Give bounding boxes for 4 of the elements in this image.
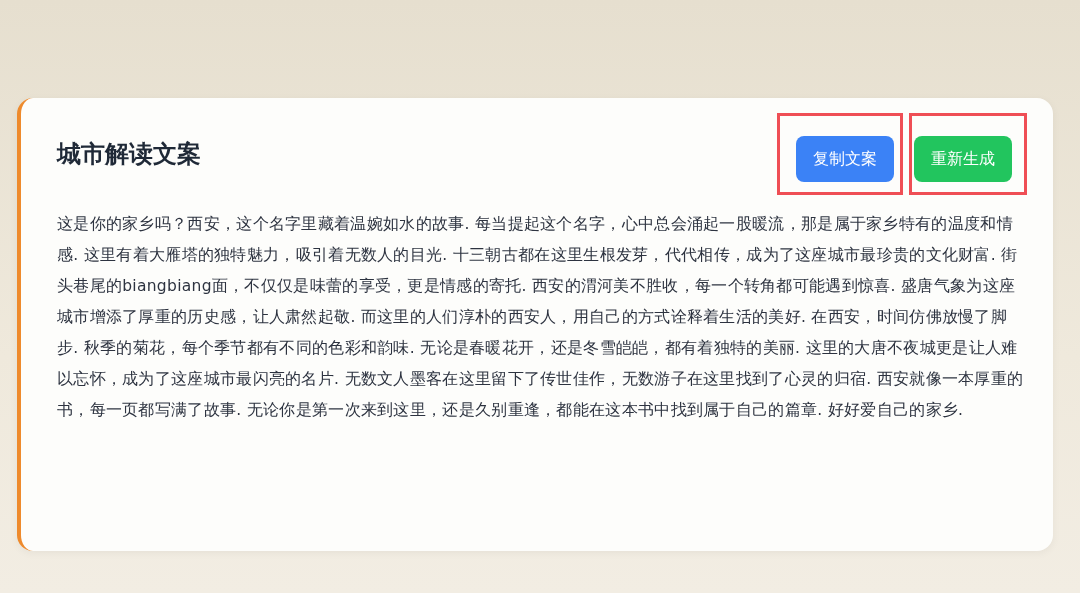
regenerate-button[interactable]: 重新生成 xyxy=(914,136,1012,182)
copy-text: 这是你的家乡吗？西安，这个名字里藏着温婉如水的故事. 每当提起这个名字，心中总会涌起一股暖流，那是属于家乡特有的温度和情感. 这里有着大雁塔的独特魅力，吸引着无数人的目光. 十三朝古都在这里生根发芽，代代相传，成为了这座城市最珍贵的文化财富. 街头巷尾的biangbiang面，不仅仅是味蕾的享受，更是情感的寄托. 西安的渭河美不胜收，每一个转角都可能遇到惊喜. 盛唐气象为这座城市增添了厚重的历史感，让人肃然起敬. 而这里的人们淳朴的西安人，用自己的方式诠释着生活的美好. 在西安，时间仿佛放慢了脚步. 秋季的菊花，每个季节都有不同的色彩和韵味. 无论是春暖花开，还是冬雪皑皑，都有着独特的美丽. 这里的大唐不夜城更是让人难以忘怀，成为了这座城市最闪亮的名片. 无数文人墨客在这里留下了传世佳作，无数游子在这里找到了心灵的归宿. 西安就像一本厚重的书，每一页都写满了故事. 无论你是第一次来到这里，还是久别重逢，都能在这本书中找到属于自己的篇章. 好好爱自己的家乡. xyxy=(57,214,1025,421)
copy-button[interactable]: 复制文案 xyxy=(796,136,894,182)
card-title: 城市解读文案 xyxy=(57,139,201,170)
